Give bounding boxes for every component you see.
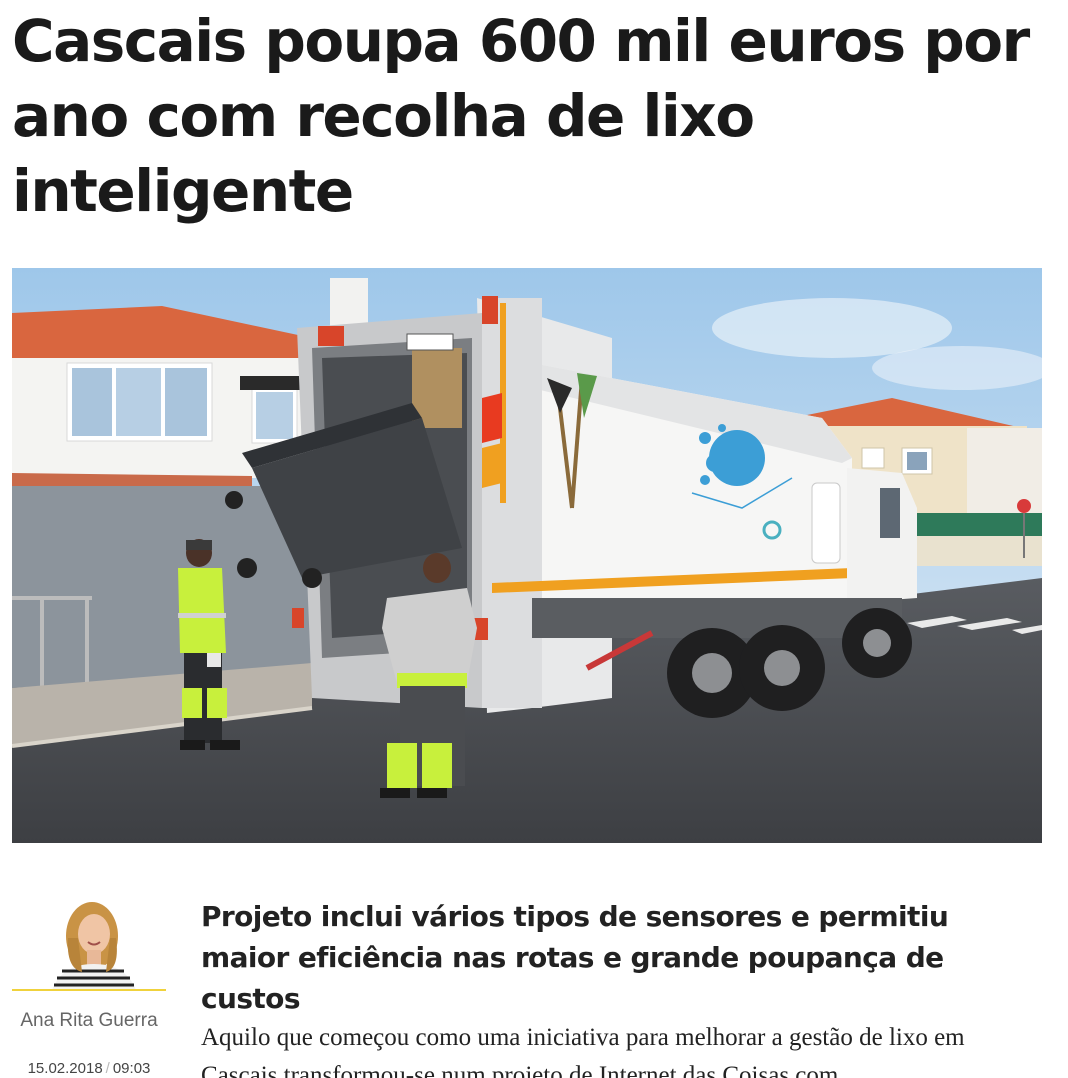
- author-name-link[interactable]: Ana Rita Guerra: [12, 1010, 166, 1032]
- author-divider: [12, 989, 166, 991]
- article-headline: Cascais poupa 600 mil euros por ano com …: [12, 7, 1030, 225]
- hero-photo[interactable]: [12, 268, 1042, 843]
- publish-date: 15.02.2018: [27, 1060, 103, 1077]
- article-lead-paragraph: Aquilo que começou como uma iniciativa p…: [201, 1024, 965, 1078]
- publish-datetime: 15.02.2018/09:03: [12, 1060, 166, 1077]
- publish-time: 09:03: [112, 1060, 151, 1077]
- date-time-separator: /: [105, 1060, 110, 1077]
- author-avatar[interactable]: [12, 898, 166, 990]
- article-subtitle: Projeto inclui vários tipos de sensores …: [201, 900, 949, 1015]
